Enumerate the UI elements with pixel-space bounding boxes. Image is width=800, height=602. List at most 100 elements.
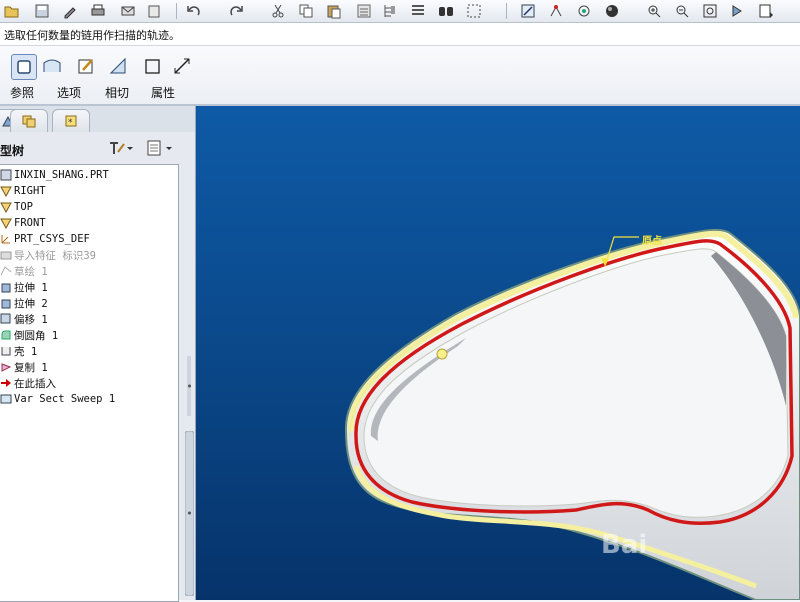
model-tree-icon[interactable] (382, 3, 398, 19)
navigator-panel: * 型树 INXIN_SHANG.PRT RIGHT TOP FRONT PRT_CSY… (0, 106, 196, 602)
spin-icon[interactable] (576, 3, 592, 19)
zoom-out-icon[interactable] (674, 3, 690, 19)
tree-item-label: 偏移 1 (14, 313, 48, 326)
datum-point-icon[interactable] (548, 3, 564, 19)
tree-item[interactable]: 在此插入 (0, 375, 56, 391)
tree-item-label: RIGHT (14, 185, 46, 197)
select-box-icon[interactable] (466, 3, 482, 19)
email-icon[interactable] (120, 3, 136, 19)
regenerate-icon[interactable] (356, 3, 372, 19)
sweep-solid-icon[interactable] (11, 54, 37, 80)
navigator-tabs: * (0, 106, 195, 132)
redo-icon[interactable] (228, 3, 244, 19)
datum-plane-icon (0, 185, 12, 197)
tree-item[interactable]: RIGHT (0, 183, 46, 199)
tree-item[interactable]: Var Sect Sweep 1 (0, 391, 115, 407)
watermark: Bai (601, 530, 648, 560)
sash-marker (185, 356, 194, 419)
tree-item[interactable]: 拉伸 1 (0, 279, 48, 295)
settings-icon[interactable] (108, 140, 134, 159)
datum-label: 原点 (642, 236, 662, 247)
undo-icon[interactable] (186, 3, 202, 19)
tree-item-label: PRT_CSYS_DEF (14, 233, 90, 245)
tree-item[interactable]: 壳 1 (0, 343, 37, 359)
model-render (344, 228, 800, 600)
flip-icon[interactable] (170, 54, 194, 78)
datum-plane-icon (0, 217, 12, 229)
copy-icon[interactable] (298, 3, 314, 19)
tree-item-label: 导入特征 标识39 (14, 249, 96, 262)
copy-feature-icon (0, 361, 12, 373)
find-icon[interactable] (438, 3, 454, 19)
sweep-surface-icon[interactable] (40, 54, 64, 78)
separator (176, 3, 177, 19)
tree-item-label: INXIN_SHANG.PRT (14, 169, 109, 181)
tree-item[interactable]: 导入特征 标识39 (0, 247, 96, 263)
csys-icon (0, 233, 12, 245)
tree-item-label: 拉伸 1 (14, 281, 48, 294)
tree-item[interactable]: FRONT (0, 215, 46, 231)
print-icon[interactable] (90, 3, 106, 19)
tab-folder-browser[interactable] (10, 109, 48, 132)
model-tree-header: 型树 (0, 136, 190, 162)
tab-options[interactable]: 选项 (57, 84, 81, 101)
tree-item[interactable]: 倒圆角 1 (0, 327, 58, 343)
tab-favorites[interactable]: * (52, 109, 90, 132)
import-icon (0, 249, 12, 261)
shell-icon (0, 345, 12, 357)
zoom-in-icon[interactable] (646, 3, 662, 19)
tree-item-label: 复制 1 (14, 361, 48, 374)
remove-material-icon[interactable] (106, 54, 130, 78)
shading-icon[interactable] (604, 3, 620, 19)
offset-icon (0, 313, 12, 325)
round-icon (0, 329, 12, 341)
tree-item-label: 壳 1 (14, 345, 38, 358)
tree-item[interactable]: 草绘 1 (0, 263, 48, 279)
thin-icon[interactable] (140, 54, 164, 78)
tree-item[interactable]: 拉伸 2 (0, 295, 48, 311)
model-tree: INXIN_SHANG.PRT RIGHT TOP FRONT PRT_CSYS_DEF… (0, 164, 179, 602)
paste-small-icon[interactable] (146, 3, 162, 19)
tree-item[interactable]: 偏移 1 (0, 311, 48, 327)
orient-icon[interactable] (730, 3, 746, 19)
extrude-icon (0, 297, 12, 309)
tree-layout-icon[interactable] (410, 3, 426, 19)
tree-item-label: 在此插入 (14, 377, 56, 390)
insert-here-icon (0, 377, 12, 389)
tree-item-label: 草绘 1 (14, 265, 48, 278)
sweep-dashboard: 参照 选项 相切 属性 (0, 46, 800, 106)
view-list-icon[interactable] (758, 3, 774, 19)
refit-icon[interactable] (702, 3, 718, 19)
edit-icon[interactable] (62, 3, 78, 19)
edit-section-icon[interactable] (74, 54, 98, 78)
tree-item[interactable]: PRT_CSYS_DEF (0, 231, 90, 247)
tree-item-label: Var Sect Sweep 1 (14, 393, 116, 405)
save-icon[interactable] (34, 3, 50, 19)
tree-item[interactable]: TOP (0, 199, 33, 215)
panel-resize-handle[interactable] (184, 430, 195, 597)
sketch-icon[interactable] (520, 3, 536, 19)
tree-item-label: 拉伸 2 (14, 297, 48, 310)
main-toolbar (0, 0, 800, 23)
tree-item-label: TOP (14, 201, 33, 213)
tree-item[interactable]: 复制 1 (0, 359, 48, 375)
part-icon (0, 169, 12, 181)
tree-item-label: 倒圆角 1 (14, 329, 59, 342)
message-area: 选取任何数量的链用作扫描的轨迹。 (0, 23, 800, 46)
open-icon[interactable] (4, 3, 20, 19)
cut-icon[interactable] (270, 3, 286, 19)
paste-icon[interactable] (326, 3, 342, 19)
tab-references[interactable]: 参照 (10, 84, 34, 101)
tree-item[interactable]: INXIN_SHANG.PRT (0, 167, 109, 183)
separator (506, 3, 507, 19)
cavity-floor (363, 248, 789, 518)
start-point-marker (436, 348, 448, 360)
model-tree-title: 型树 (0, 144, 25, 158)
svg-text:*: * (68, 118, 73, 128)
show-icon[interactable] (146, 140, 178, 159)
tree-item-label: FRONT (14, 217, 46, 229)
sketch-icon (0, 265, 12, 277)
graphics-window[interactable]: 原点 Bai (196, 106, 800, 600)
tab-properties[interactable]: 属性 (151, 84, 175, 101)
tab-tangency[interactable]: 相切 (105, 84, 129, 101)
